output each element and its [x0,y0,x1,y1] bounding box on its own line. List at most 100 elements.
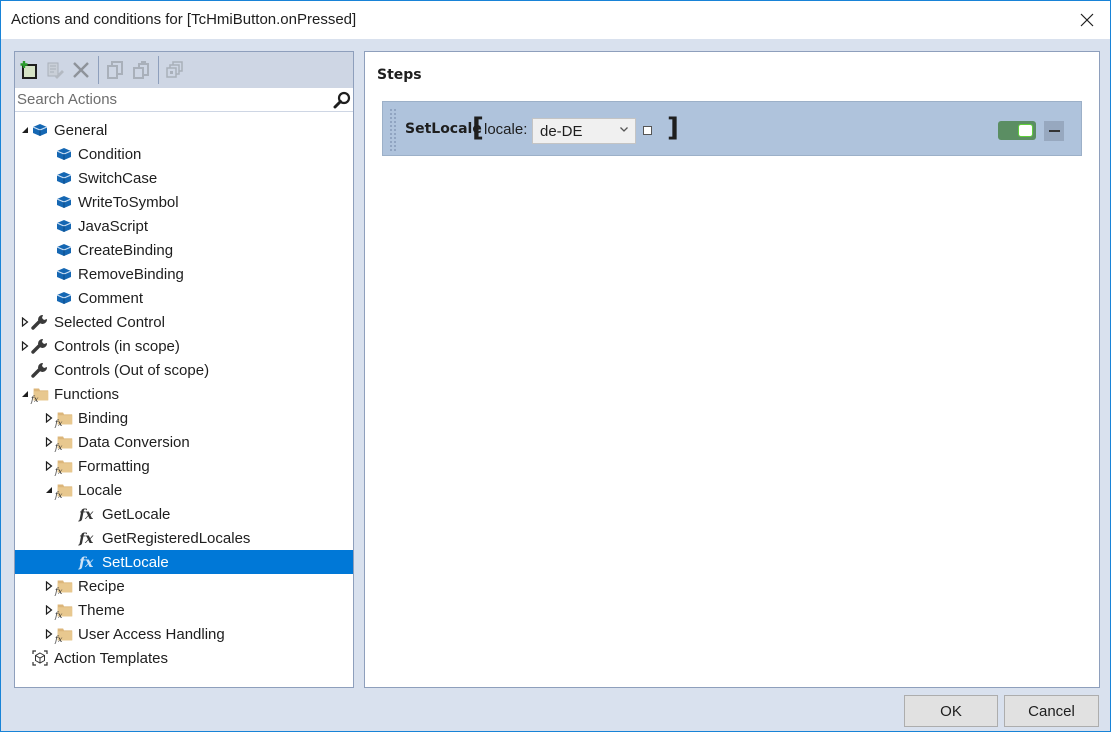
collapsed-triangle-icon[interactable] [44,454,54,478]
tree-item-label: WriteToSymbol [78,193,179,211]
tree-item[interactable]: SwitchCase [15,166,353,190]
tree-item-label: RemoveBinding [78,265,184,283]
tree-item-label: Controls (in scope) [54,337,180,355]
cube-icon [54,144,74,164]
step-enabled-toggle[interactable] [998,121,1036,140]
collapsed-triangle-icon[interactable] [44,430,54,454]
chevron-down-icon [619,124,629,137]
tree-item[interactable]: Condition [15,142,353,166]
locale-param-checkbox[interactable] [643,126,652,135]
svg-text:fx: fx [54,442,63,452]
tree-item-label: SetLocale [102,553,169,571]
delete-action-button[interactable] [70,59,92,81]
wrench-icon [30,360,50,380]
tree-item[interactable]: Action Templates [15,646,353,670]
edit-icon [47,62,64,79]
add-action-button[interactable] [18,59,40,81]
cube-icon [54,240,74,260]
collapsed-triangle-icon[interactable] [20,334,30,358]
cube-icon [30,120,50,140]
tree-item-label: Locale [78,481,123,499]
drag-handle[interactable] [389,108,397,151]
tree-item[interactable]: fx Recipe [15,574,353,598]
search-icon[interactable] [333,91,351,113]
cancel-button[interactable]: Cancel [1004,695,1099,727]
tree-item[interactable]: fx Data Conversion [15,430,353,454]
collapsed-triangle-icon[interactable] [44,574,54,598]
tree-item[interactable]: JavaScript [15,214,353,238]
expanded-triangle-icon[interactable] [44,478,54,502]
collapsed-triangle-icon[interactable] [20,310,30,334]
open-bracket: [ [472,113,484,143]
function-icon: fx [78,528,98,548]
tree-item-label: Comment [78,289,144,307]
tree-item[interactable]: fx GetRegisteredLocales [15,526,353,550]
tree-item[interactable]: fx GetLocale [15,502,353,526]
locale-select[interactable]: de-DE [532,118,636,144]
tree-item[interactable]: WriteToSymbol [15,190,353,214]
cube-icon [54,168,74,188]
svg-text:fx: fx [78,507,94,522]
tree-item[interactable]: Controls (Out of scope) [15,358,353,382]
tree-item-label: Theme [78,601,125,619]
tree-item[interactable]: Controls (in scope) [15,334,353,358]
tree-item[interactable]: Comment [15,286,353,310]
close-button[interactable] [1064,1,1110,39]
paste-action-button[interactable] [130,59,152,81]
tree-item-label: Recipe [78,577,125,595]
collapsed-triangle-icon[interactable] [44,406,54,430]
remove-step-button[interactable] [1044,121,1064,141]
locale-param-label: locale: [484,121,528,138]
tree-item[interactable]: fx Functions [15,382,353,406]
toggle-knob [1018,124,1033,137]
tree-item[interactable]: fx Formatting [15,454,353,478]
edit-action-button[interactable] [44,59,66,81]
tree-item[interactable]: fx Locale [15,478,353,502]
search-box [15,88,353,112]
close-icon [1080,13,1094,27]
tree-item[interactable]: fx User Access Handling [15,622,353,646]
svg-text:fx: fx [30,394,39,404]
collapsed-triangle-icon[interactable] [44,622,54,646]
expanded-triangle-icon[interactable] [20,118,30,142]
cube-icon [54,192,74,212]
step-card[interactable]: SetLocale [ locale: de-DE ] [382,101,1082,156]
tree-item-label: GetLocale [102,505,171,523]
tree-item[interactable]: RemoveBinding [15,262,353,286]
tree-item[interactable]: Selected Control [15,310,353,334]
cube-icon [54,216,74,236]
tree-item-label: General [54,121,108,139]
svg-text:fx: fx [78,555,94,570]
copy-action-button[interactable] [104,59,126,81]
tree-item[interactable]: General [15,118,353,142]
expanded-triangle-icon[interactable] [20,382,30,406]
tree-item[interactable]: fx Theme [15,598,353,622]
function-folder-icon: fx [54,408,74,428]
create-template-button[interactable] [164,59,186,81]
collapsed-triangle-icon[interactable] [44,598,54,622]
tree-item-label: SwitchCase [78,169,158,187]
tree-item[interactable]: fx SetLocale [15,550,353,574]
wrench-icon [30,336,50,356]
tree-item[interactable]: fx Binding [15,406,353,430]
toolbar-separator [158,55,159,84]
title-bar: Actions and conditions for [TcHmiButton.… [1,1,1110,39]
window-title: Actions and conditions for [TcHmiButton.… [11,11,357,28]
function-folder-icon: fx [54,456,74,476]
search-input[interactable] [15,88,353,111]
tree-item-label: GetRegisteredLocales [102,529,251,547]
cube-icon [54,288,74,308]
function-folder-icon: fx [54,480,74,500]
tree-item[interactable]: CreateBinding [15,238,353,262]
ok-button[interactable]: OK [904,695,998,727]
delete-icon [73,61,89,78]
